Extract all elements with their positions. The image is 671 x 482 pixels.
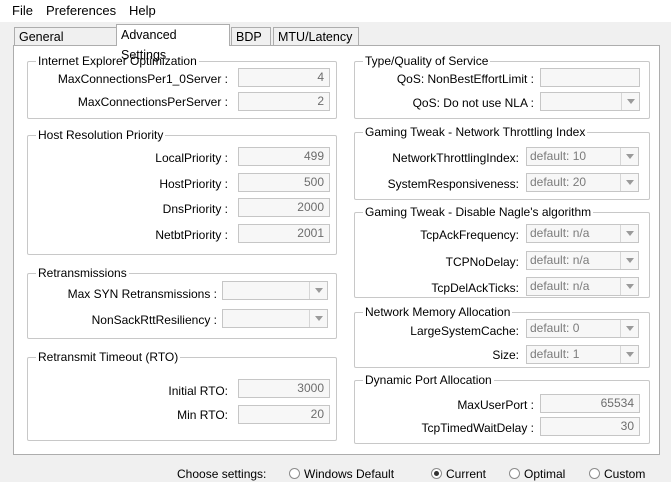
radio-custom-label: Custom: [604, 467, 646, 481]
tcp-no-delay-label: TCPNoDelay:: [445, 255, 519, 269]
tcp-timed-wait-delay-label: TcpTimedWaitDelay :: [421, 421, 534, 435]
chevron-down-icon[interactable]: [620, 225, 638, 242]
radio-optimal-label: Optimal: [524, 467, 566, 481]
tcp-del-ack-ticks-select[interactable]: default: n/a: [526, 277, 639, 296]
size-select[interactable]: default: 1: [526, 345, 639, 364]
tcp-ack-frequency-select[interactable]: default: n/a: [526, 224, 639, 243]
radio-circle-icon[interactable]: [289, 468, 300, 479]
memory-legend: Network Memory Allocation: [365, 305, 511, 319]
large-system-cache-value: default: 0: [530, 321, 580, 335]
radio-circle-icon[interactable]: [509, 468, 520, 479]
retransmissions-legend: Retransmissions: [38, 266, 127, 280]
qos-do-not-use-nla-label: QoS: Do not use NLA :: [412, 96, 534, 110]
host-priority-label: HostPriority :: [159, 177, 228, 191]
initial-rto-input[interactable]: 3000: [238, 379, 330, 398]
qos-legend: Type/Quality of Service: [365, 54, 489, 68]
rto-legend: Retransmit Timeout (RTO): [38, 350, 179, 364]
non-sack-rtt-resiliency-select[interactable]: [222, 309, 328, 328]
throttling-legend: Gaming Tweak - Network Throttling Index: [365, 125, 586, 139]
tcp-no-delay-select[interactable]: default: n/a: [526, 251, 639, 270]
retransmissions-group: Retransmissions: [27, 267, 337, 339]
nagle-legend: Gaming Tweak - Disable Nagle's algorithm: [365, 205, 592, 219]
network-throttling-index-select[interactable]: default: 10: [526, 147, 639, 166]
radio-circle-icon[interactable]: [589, 468, 600, 479]
system-responsiveness-value: default: 20: [530, 175, 587, 189]
network-throttling-index-label: NetworkThrottlingIndex:: [392, 151, 519, 165]
max-connections-per-server-label: MaxConnectionsPerServer :: [77, 95, 228, 109]
menu-help[interactable]: Help: [129, 3, 156, 18]
tcp-timed-wait-delay-input[interactable]: 30: [540, 417, 640, 436]
qos-do-not-use-nla-select[interactable]: [540, 92, 640, 111]
chevron-down-icon[interactable]: [620, 320, 638, 337]
netbt-priority-label: NetbtPriority :: [155, 228, 228, 242]
host-resolution-priority-legend: Host Resolution Priority: [38, 128, 164, 142]
tcp-del-ack-ticks-label: TcpDelAckTicks:: [431, 281, 519, 295]
size-value: default: 1: [530, 347, 580, 361]
max-connections-per-1-0-server-label: MaxConnectionsPer1_0Server :: [57, 72, 228, 86]
network-throttling-index-value: default: 10: [530, 149, 587, 163]
ie-optimization-legend: Internet Explorer Optimization: [38, 54, 197, 68]
chevron-down-icon[interactable]: [620, 174, 638, 191]
chevron-down-icon[interactable]: [620, 252, 638, 269]
chevron-down-icon[interactable]: [309, 310, 327, 327]
max-syn-retransmissions-select[interactable]: [222, 281, 328, 300]
ports-legend: Dynamic Port Allocation: [365, 373, 492, 387]
host-priority-input[interactable]: 500: [238, 173, 330, 192]
menu-bar: File Preferences Help: [0, 0, 671, 22]
tab-general-settings[interactable]: General Settings: [14, 27, 117, 62]
choose-settings-bar: Choose settings: Windows Default Current…: [0, 462, 671, 482]
max-connections-per-server-input[interactable]: 2: [238, 92, 330, 111]
local-priority-label: LocalPriority :: [155, 151, 228, 165]
chevron-down-icon[interactable]: [620, 278, 638, 295]
non-sack-rtt-resiliency-label: NonSackRttResiliency :: [91, 313, 217, 327]
dns-priority-input[interactable]: 2000: [238, 198, 330, 217]
large-system-cache-select[interactable]: default: 0: [526, 319, 639, 338]
tab-advanced-settings[interactable]: Advanced Settings: [116, 24, 230, 62]
chevron-down-icon[interactable]: [620, 148, 638, 165]
tcp-ack-frequency-value: default: n/a: [530, 226, 590, 240]
qos-non-best-effort-limit-input[interactable]: [540, 68, 640, 87]
menu-preferences[interactable]: Preferences: [46, 3, 116, 18]
chevron-down-icon[interactable]: [621, 93, 639, 110]
system-responsiveness-label: SystemResponsiveness:: [387, 177, 519, 191]
local-priority-input[interactable]: 499: [238, 147, 330, 166]
tcp-del-ack-ticks-value: default: n/a: [530, 279, 590, 293]
dns-priority-label: DnsPriority :: [162, 202, 228, 216]
initial-rto-label: Initial RTO:: [168, 384, 228, 398]
tab-mtu-latency[interactable]: MTU/Latency: [273, 27, 359, 45]
max-user-port-label: MaxUserPort :: [457, 398, 534, 412]
system-responsiveness-select[interactable]: default: 20: [526, 173, 639, 192]
tcp-ack-frequency-label: TcpAckFrequency:: [420, 228, 519, 242]
min-rto-label: Min RTO:: [177, 408, 228, 422]
chevron-down-icon[interactable]: [620, 346, 638, 363]
netbt-priority-input[interactable]: 2001: [238, 224, 330, 243]
radio-current-label: Current: [446, 467, 487, 481]
radio-circle-icon[interactable]: [431, 468, 442, 479]
tcp-no-delay-value: default: n/a: [530, 253, 590, 267]
max-connections-per-1-0-server-input[interactable]: 4: [238, 68, 330, 87]
max-syn-retransmissions-label: Max SYN Retransmissions :: [67, 287, 217, 301]
choose-settings-label: Choose settings:: [177, 467, 267, 481]
size-label: Size:: [492, 348, 519, 362]
large-system-cache-label: LargeSystemCache:: [410, 324, 519, 338]
min-rto-input[interactable]: 20: [238, 405, 330, 424]
tab-bdp[interactable]: BDP: [231, 27, 271, 45]
qos-non-best-effort-limit-label: QoS: NonBestEffortLimit :: [396, 72, 534, 86]
radio-windows-default-label: Windows Default: [304, 467, 395, 481]
menu-file[interactable]: File: [12, 3, 33, 18]
max-user-port-input[interactable]: 65534: [540, 394, 640, 413]
chevron-down-icon[interactable]: [309, 282, 327, 299]
